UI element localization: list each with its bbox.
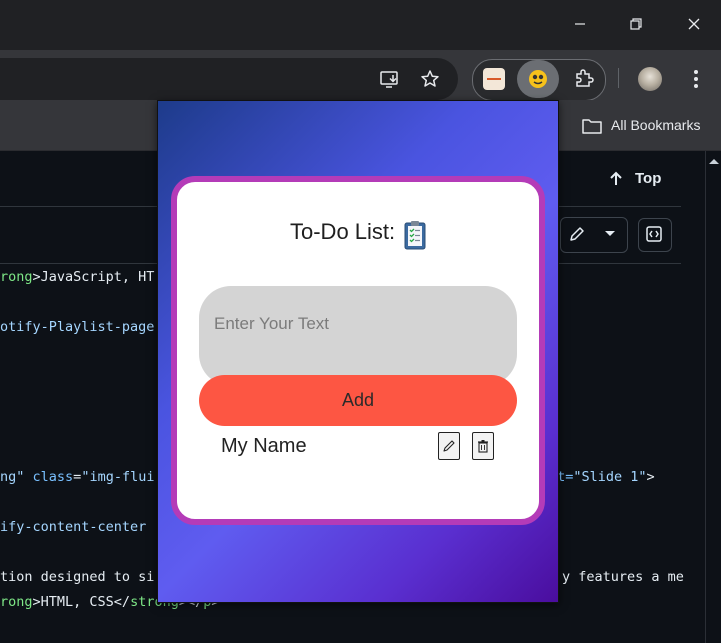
code-line: rong>JavaScript, HT [0,269,154,285]
restore-icon[interactable] [622,10,650,38]
extension-icon-1[interactable] [483,68,505,90]
code-token: "img-flui [81,469,155,485]
code-token: "Slide 1" [573,469,647,485]
top-link[interactable]: Top [635,170,661,187]
code-token: ify-content-center [0,519,147,535]
code-token: class [24,469,74,485]
pencil-icon [443,440,455,452]
task-input[interactable] [214,312,504,336]
code-token: rong [0,269,33,285]
delete-task-button[interactable] [472,432,494,460]
arrow-up-icon[interactable] [608,165,624,193]
minimize-icon[interactable] [566,10,594,38]
code-token: tion designed to si [0,569,155,585]
task-item-text: My Name [221,435,307,457]
install-app-icon[interactable] [376,65,404,93]
todo-title: To-Do List: [290,219,396,244]
add-task-button[interactable]: Add [199,375,517,426]
code-token: otify-Playlist-page [0,319,155,335]
kebab-menu-icon[interactable] [682,65,710,93]
code-line: ng" class="img-flui [0,469,154,485]
trash-icon [478,440,488,453]
code-brackets-icon[interactable] [640,220,668,248]
task-input-container [199,286,517,386]
profile-avatar[interactable] [638,67,662,91]
close-window-icon[interactable] [680,10,708,38]
code-token: ng" [0,469,25,485]
code-token: >JavaScript, HT [32,269,155,285]
bookmark-star-icon[interactable] [416,65,444,93]
code-token: rong [0,594,33,610]
code-token: > [646,469,655,485]
page-scrollbar[interactable] [705,151,721,643]
pencil-edit-icon[interactable] [563,220,591,248]
todo-extension-icon[interactable] [524,65,552,93]
toolbar-divider [618,68,619,88]
clipboard-checklist-icon [402,219,428,251]
code-line: y features a me [562,569,684,585]
scroll-up-arrow-icon[interactable] [706,155,721,167]
code-line: ify-content-center [0,519,146,535]
browser-titlebar [0,0,721,50]
code-token: y features a me [562,569,684,585]
edit-task-button[interactable] [438,432,460,460]
code-line: otify-Playlist-page [0,319,154,335]
code-line: tion designed to si [0,569,154,585]
code-line: lt="Slide 1"> [549,469,655,485]
extensions-puzzle-icon[interactable] [570,64,598,92]
folder-icon [578,112,606,140]
all-bookmarks-link[interactable]: All Bookmarks [611,117,700,133]
code-token: >HTML, CSS</ [32,594,131,610]
chevron-down-icon[interactable] [596,220,624,248]
